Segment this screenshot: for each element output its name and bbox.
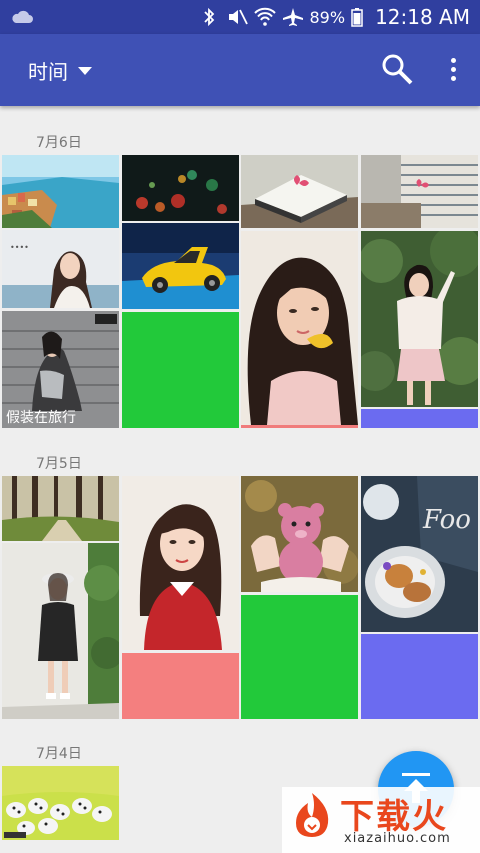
- section-date-label: 7月6日: [36, 135, 82, 151]
- color-block-pink[interactable]: [122, 653, 239, 719]
- app-bar: 时间: [0, 34, 480, 106]
- photo-book-heart[interactable]: [241, 155, 358, 228]
- photo-yellow-car[interactable]: [122, 223, 239, 309]
- photo-dalmatians[interactable]: [2, 766, 119, 840]
- airplane-mode-icon: [282, 8, 303, 26]
- svg-text:Foo: Foo: [422, 505, 471, 535]
- status-clock: 12:18 AM: [375, 5, 470, 29]
- app-bar-title: 时间: [28, 60, 68, 84]
- weather-cloud-icon: [12, 10, 33, 23]
- photo-girl-leaf[interactable]: [241, 231, 358, 425]
- photo-girl-poster-1[interactable]: ••••: [2, 230, 119, 308]
- photo-book-stack[interactable]: [361, 155, 478, 228]
- section-date-label: 7月5日: [36, 456, 82, 472]
- photo-food-plate[interactable]: Foo: [361, 476, 478, 632]
- watermark-url: xiazaihuo.com: [344, 831, 451, 846]
- battery-icon: [351, 8, 363, 27]
- overflow-menu-icon[interactable]: [446, 58, 460, 84]
- bluetooth-icon: [203, 7, 214, 27]
- watermark: 下载火 xiazaihuo.com: [282, 787, 480, 853]
- battery-percent: 89%: [309, 7, 346, 27]
- status-bar: 89% 12:18 AM: [0, 0, 480, 34]
- color-strip-pink: [241, 425, 358, 428]
- photo-teddy-bear[interactable]: [241, 476, 358, 592]
- photo-night-bokeh[interactable]: [122, 155, 239, 221]
- poster-caption: 假装在旅行: [6, 410, 76, 426]
- color-block-green[interactable]: [122, 312, 239, 428]
- photo-girl-stairs[interactable]: 假装在旅行: [2, 311, 119, 428]
- color-block-green-2[interactable]: [241, 595, 358, 719]
- photo-forest[interactable]: [2, 476, 119, 541]
- photo-coast-village[interactable]: [2, 155, 119, 228]
- flame-logo-icon: [296, 793, 329, 837]
- photo-little-girl[interactable]: [2, 543, 119, 719]
- photo-girl-red-dress[interactable]: [122, 476, 239, 650]
- search-icon[interactable]: [380, 52, 414, 86]
- svg-text:••••: ••••: [10, 243, 29, 252]
- mute-icon: [228, 9, 248, 25]
- section-date-label: 7月4日: [36, 746, 82, 762]
- dropdown-caret-icon: [78, 66, 92, 75]
- time-filter-dropdown[interactable]: 时间: [28, 56, 92, 85]
- wifi-icon: [253, 7, 276, 26]
- photo-girl-garden[interactable]: [361, 231, 478, 407]
- color-block-purple-2[interactable]: [361, 634, 478, 719]
- color-block-purple[interactable]: [361, 409, 478, 428]
